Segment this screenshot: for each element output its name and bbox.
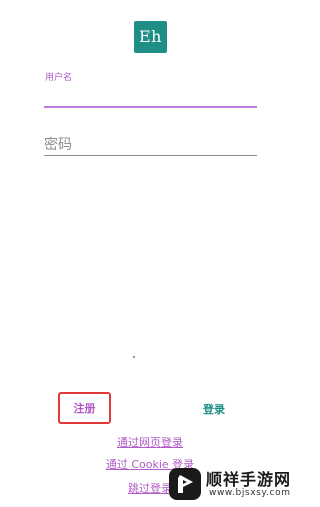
username-input[interactable] [44,84,257,108]
site-watermark: 顺祥手游网 www.bjsxsy.com [162,462,300,507]
watermark-url: www.bjsxsy.com [209,488,291,498]
register-button[interactable]: 注册 [60,394,109,422]
app-logo: Eh [134,21,167,53]
watermark-title: 顺祥手游网 [206,470,292,489]
login-button[interactable]: 登录 [190,398,238,420]
password-input[interactable] [44,133,257,156]
username-label: 用户名 [45,73,73,83]
loading-dot [133,356,135,358]
web-login-link[interactable]: 通过网页登录 [80,434,220,450]
watermark-logo-icon [169,468,201,500]
register-highlight-box: 注册 [58,392,111,424]
